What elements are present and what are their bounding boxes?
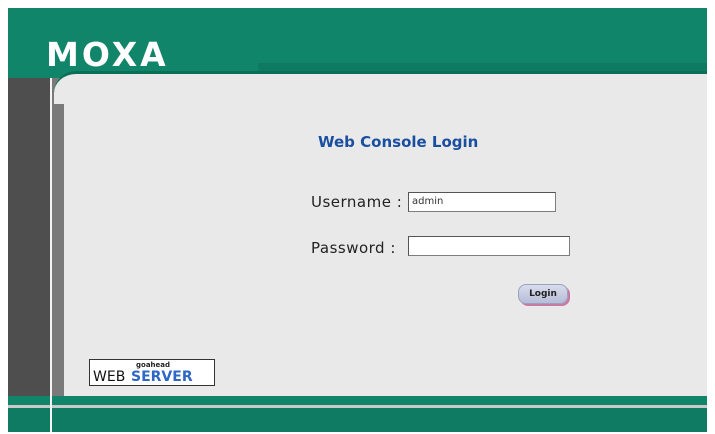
sidebar-divider-line	[50, 78, 52, 432]
sidebar-stripe	[52, 78, 64, 398]
header-curve	[54, 71, 707, 104]
sidebar-panel	[8, 78, 50, 398]
footer-bar-top	[8, 396, 707, 405]
password-label: Password :	[311, 239, 396, 257]
badge-server-text: SERVER	[131, 369, 193, 385]
password-input[interactable]	[408, 236, 570, 256]
username-label: Username :	[311, 193, 403, 211]
badge-small-text: goahead	[136, 361, 171, 369]
login-button[interactable]: Login	[518, 284, 568, 304]
badge-web-text: WEB	[93, 369, 126, 385]
moxa-logo: MOXA	[46, 35, 169, 74]
page-title: Web Console Login	[318, 133, 479, 151]
footer-divider-line	[50, 396, 52, 432]
login-page: MOXA Web Console Login Username : admin …	[8, 8, 707, 432]
footer-bar-bottom	[8, 408, 707, 432]
username-input[interactable]: admin	[408, 192, 556, 212]
webserver-badge: goahead WEB SERVER	[89, 359, 215, 386]
